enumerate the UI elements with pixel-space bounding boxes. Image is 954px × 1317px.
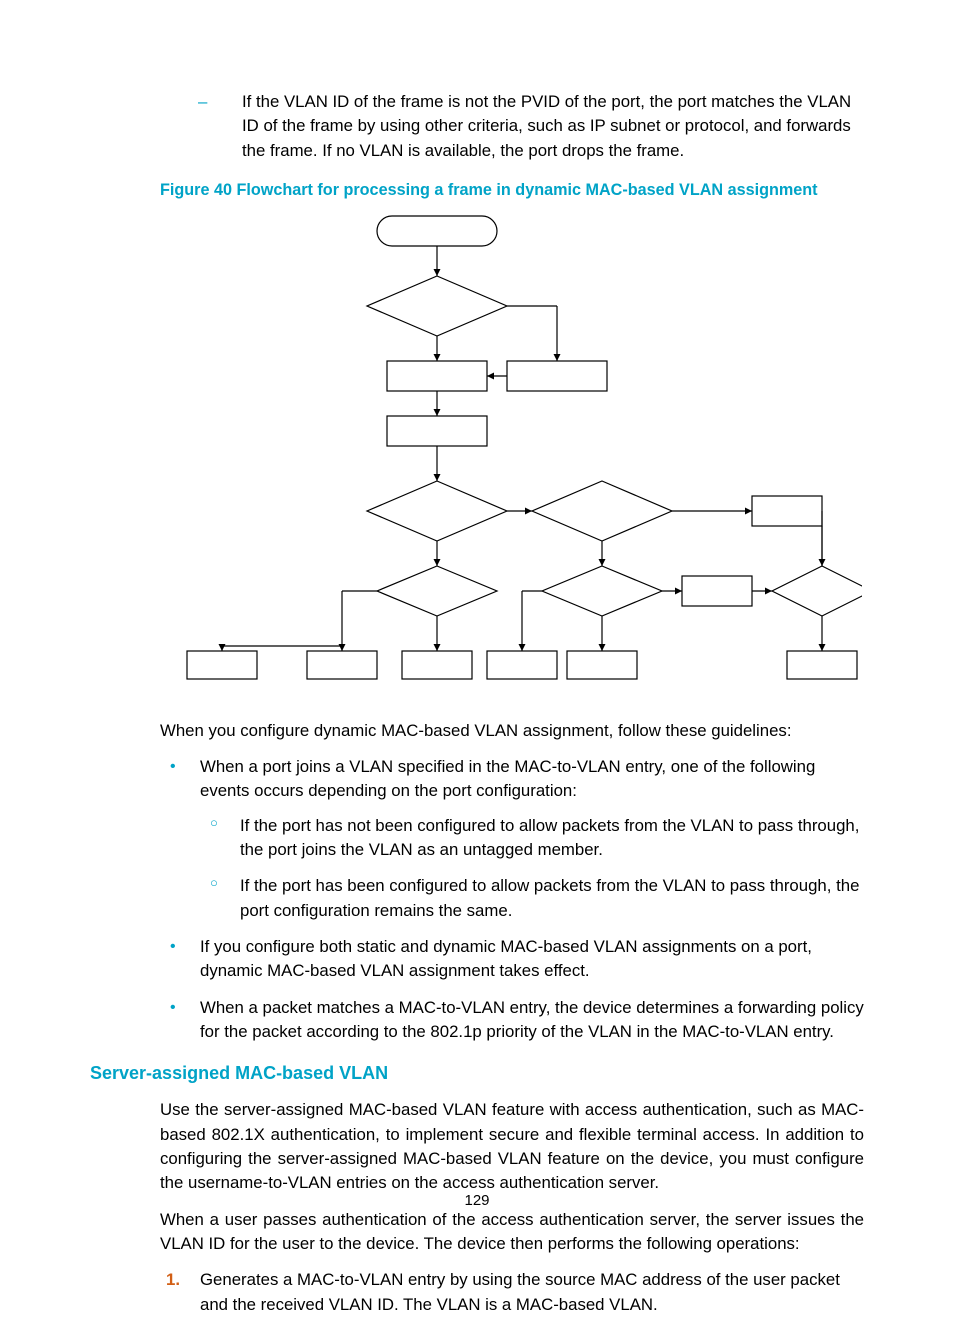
bullet-item: When a packet matches a MAC-to-VLAN entr… bbox=[160, 996, 864, 1045]
bullet-text: When a packet matches a MAC-to-VLAN entr… bbox=[200, 998, 864, 1041]
section-paragraph: When a user passes authentication of the… bbox=[160, 1208, 864, 1257]
bullet-item: If you configure both static and dynamic… bbox=[160, 935, 864, 984]
figure-block: Figure 40 Flowchart for processing a fra… bbox=[160, 179, 864, 700]
numbered-list: 1. Generates a MAC-to-VLAN entry by usin… bbox=[160, 1268, 864, 1317]
bullet-item: When a port joins a VLAN specified in th… bbox=[160, 755, 864, 923]
figure-caption: Figure 40 Flowchart for processing a fra… bbox=[160, 179, 864, 202]
continuation-text: If the VLAN ID of the frame is not the P… bbox=[242, 92, 851, 160]
item-number: 1. bbox=[166, 1268, 180, 1292]
intro-paragraph: When you configure dynamic MAC-based VLA… bbox=[160, 719, 864, 743]
section-heading: Server-assigned MAC-based VLAN bbox=[90, 1060, 864, 1086]
sub-list: If the port has not been configured to a… bbox=[200, 814, 864, 923]
guidelines-block: When you configure dynamic MAC-based VLA… bbox=[160, 719, 864, 1045]
section-paragraph: Use the server-assigned MAC-based VLAN f… bbox=[160, 1098, 864, 1195]
item-text: Generates a MAC-to-VLAN entry by using t… bbox=[200, 1270, 840, 1313]
dash-marker: – bbox=[220, 90, 242, 114]
continuation-list-item: –If the VLAN ID of the frame is not the … bbox=[220, 90, 864, 163]
sub-item: If the port has been configured to allow… bbox=[200, 874, 864, 923]
sub-item: If the port has not been configured to a… bbox=[200, 814, 864, 863]
numbered-item: 1. Generates a MAC-to-VLAN entry by usin… bbox=[160, 1268, 864, 1317]
bullet-text: If you configure both static and dynamic… bbox=[200, 937, 812, 980]
sub-text: If the port has not been configured to a… bbox=[240, 816, 859, 859]
page-number: 129 bbox=[0, 1190, 954, 1212]
bullet-text: When a port joins a VLAN specified in th… bbox=[200, 757, 815, 800]
flowchart-diagram bbox=[162, 211, 862, 701]
sub-text: If the port has been configured to allow… bbox=[240, 876, 859, 919]
page-content: –If the VLAN ID of the frame is not the … bbox=[0, 0, 954, 1317]
guidelines-list: When a port joins a VLAN specified in th… bbox=[160, 755, 864, 1044]
